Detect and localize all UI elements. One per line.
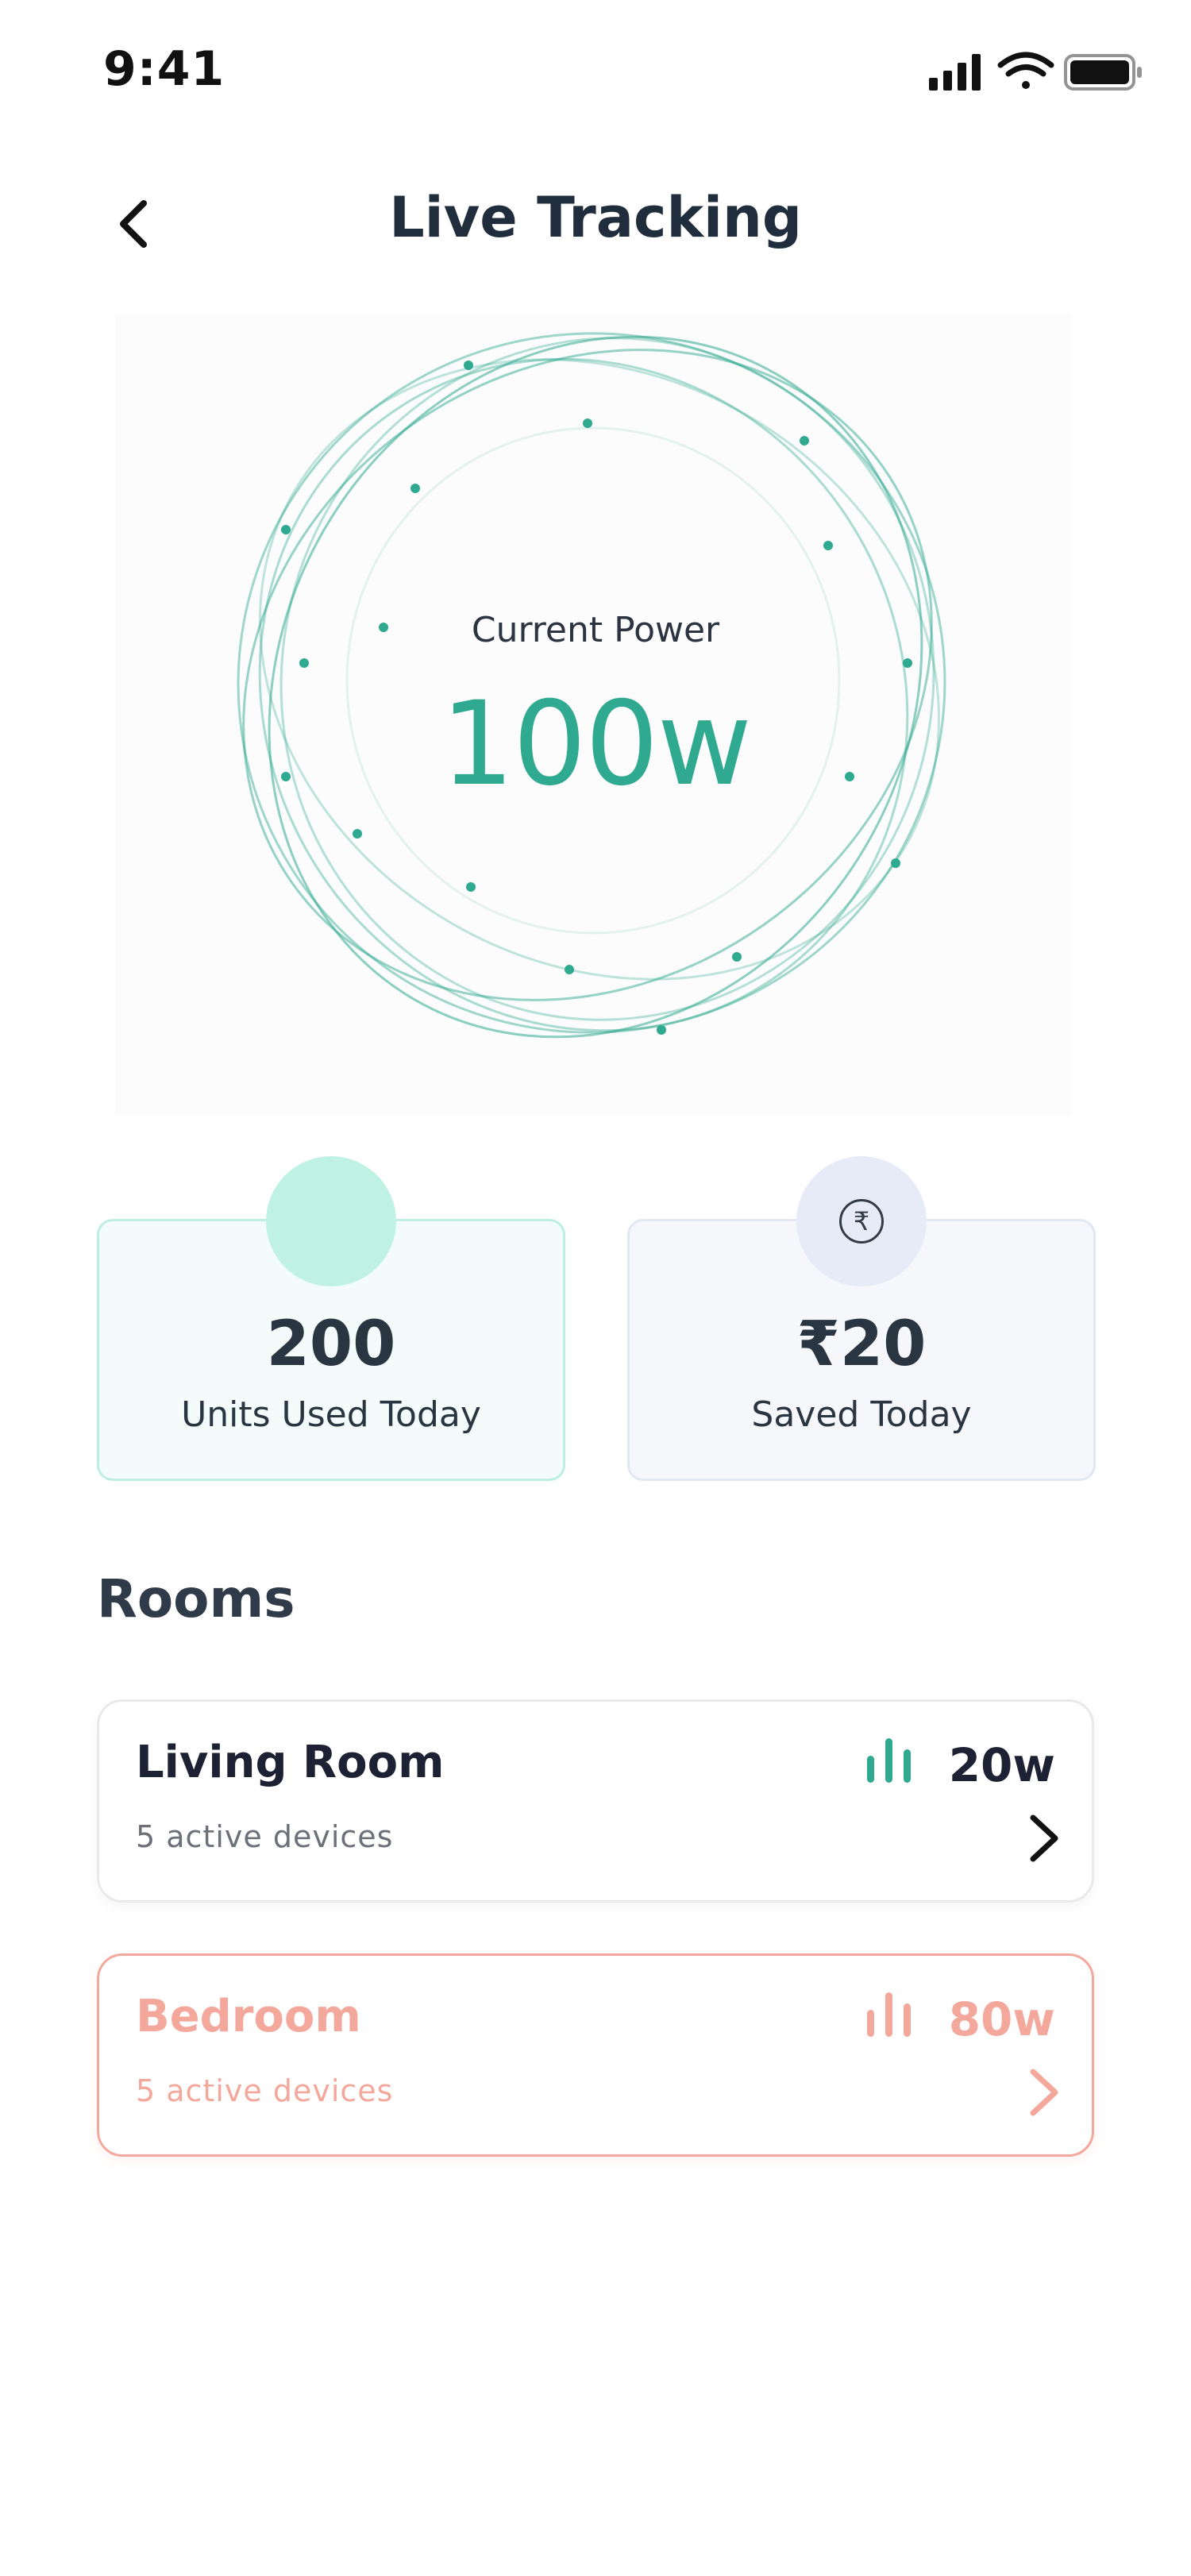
status-time: 9:41 — [103, 41, 225, 97]
bar-chart-icon — [867, 1738, 911, 1783]
room-card-living-room[interactable]: Living Room 5 active devices 20w — [97, 1699, 1094, 1903]
bar-chart-icon — [867, 1992, 911, 2037]
chevron-right-icon[interactable] — [1027, 2067, 1062, 2118]
units-used-value: 200 — [266, 1309, 396, 1380]
saved-today-value: ₹20 — [796, 1309, 927, 1380]
room-power-value: 80w — [948, 1992, 1055, 2046]
room-card-bedroom[interactable]: Bedroom 5 active devices 80w — [97, 1953, 1094, 2157]
rooms-heading: Rooms — [97, 1568, 295, 1629]
room-name: Living Room — [136, 1737, 445, 1788]
units-used-label: Units Used Today — [181, 1394, 481, 1435]
saved-today-label: Saved Today — [751, 1394, 972, 1435]
current-power-value: 100w — [440, 677, 752, 812]
status-icons — [929, 52, 1142, 91]
chevron-right-icon[interactable] — [1027, 1813, 1062, 1864]
room-device-count: 5 active devices — [136, 2073, 394, 2108]
room-power-value: 20w — [948, 1738, 1055, 1792]
battery-icon — [1064, 54, 1142, 91]
cellular-signal-icon — [929, 54, 981, 91]
current-power-label: Current Power — [471, 610, 720, 650]
room-device-count: 5 active devices — [136, 1819, 394, 1854]
room-name: Bedroom — [136, 1991, 361, 2042]
units-icon-bubble — [266, 1156, 396, 1286]
rupee-icon: ₹ — [839, 1199, 884, 1244]
page-title: Live Tracking — [389, 185, 802, 250]
wifi-icon — [997, 52, 1054, 89]
